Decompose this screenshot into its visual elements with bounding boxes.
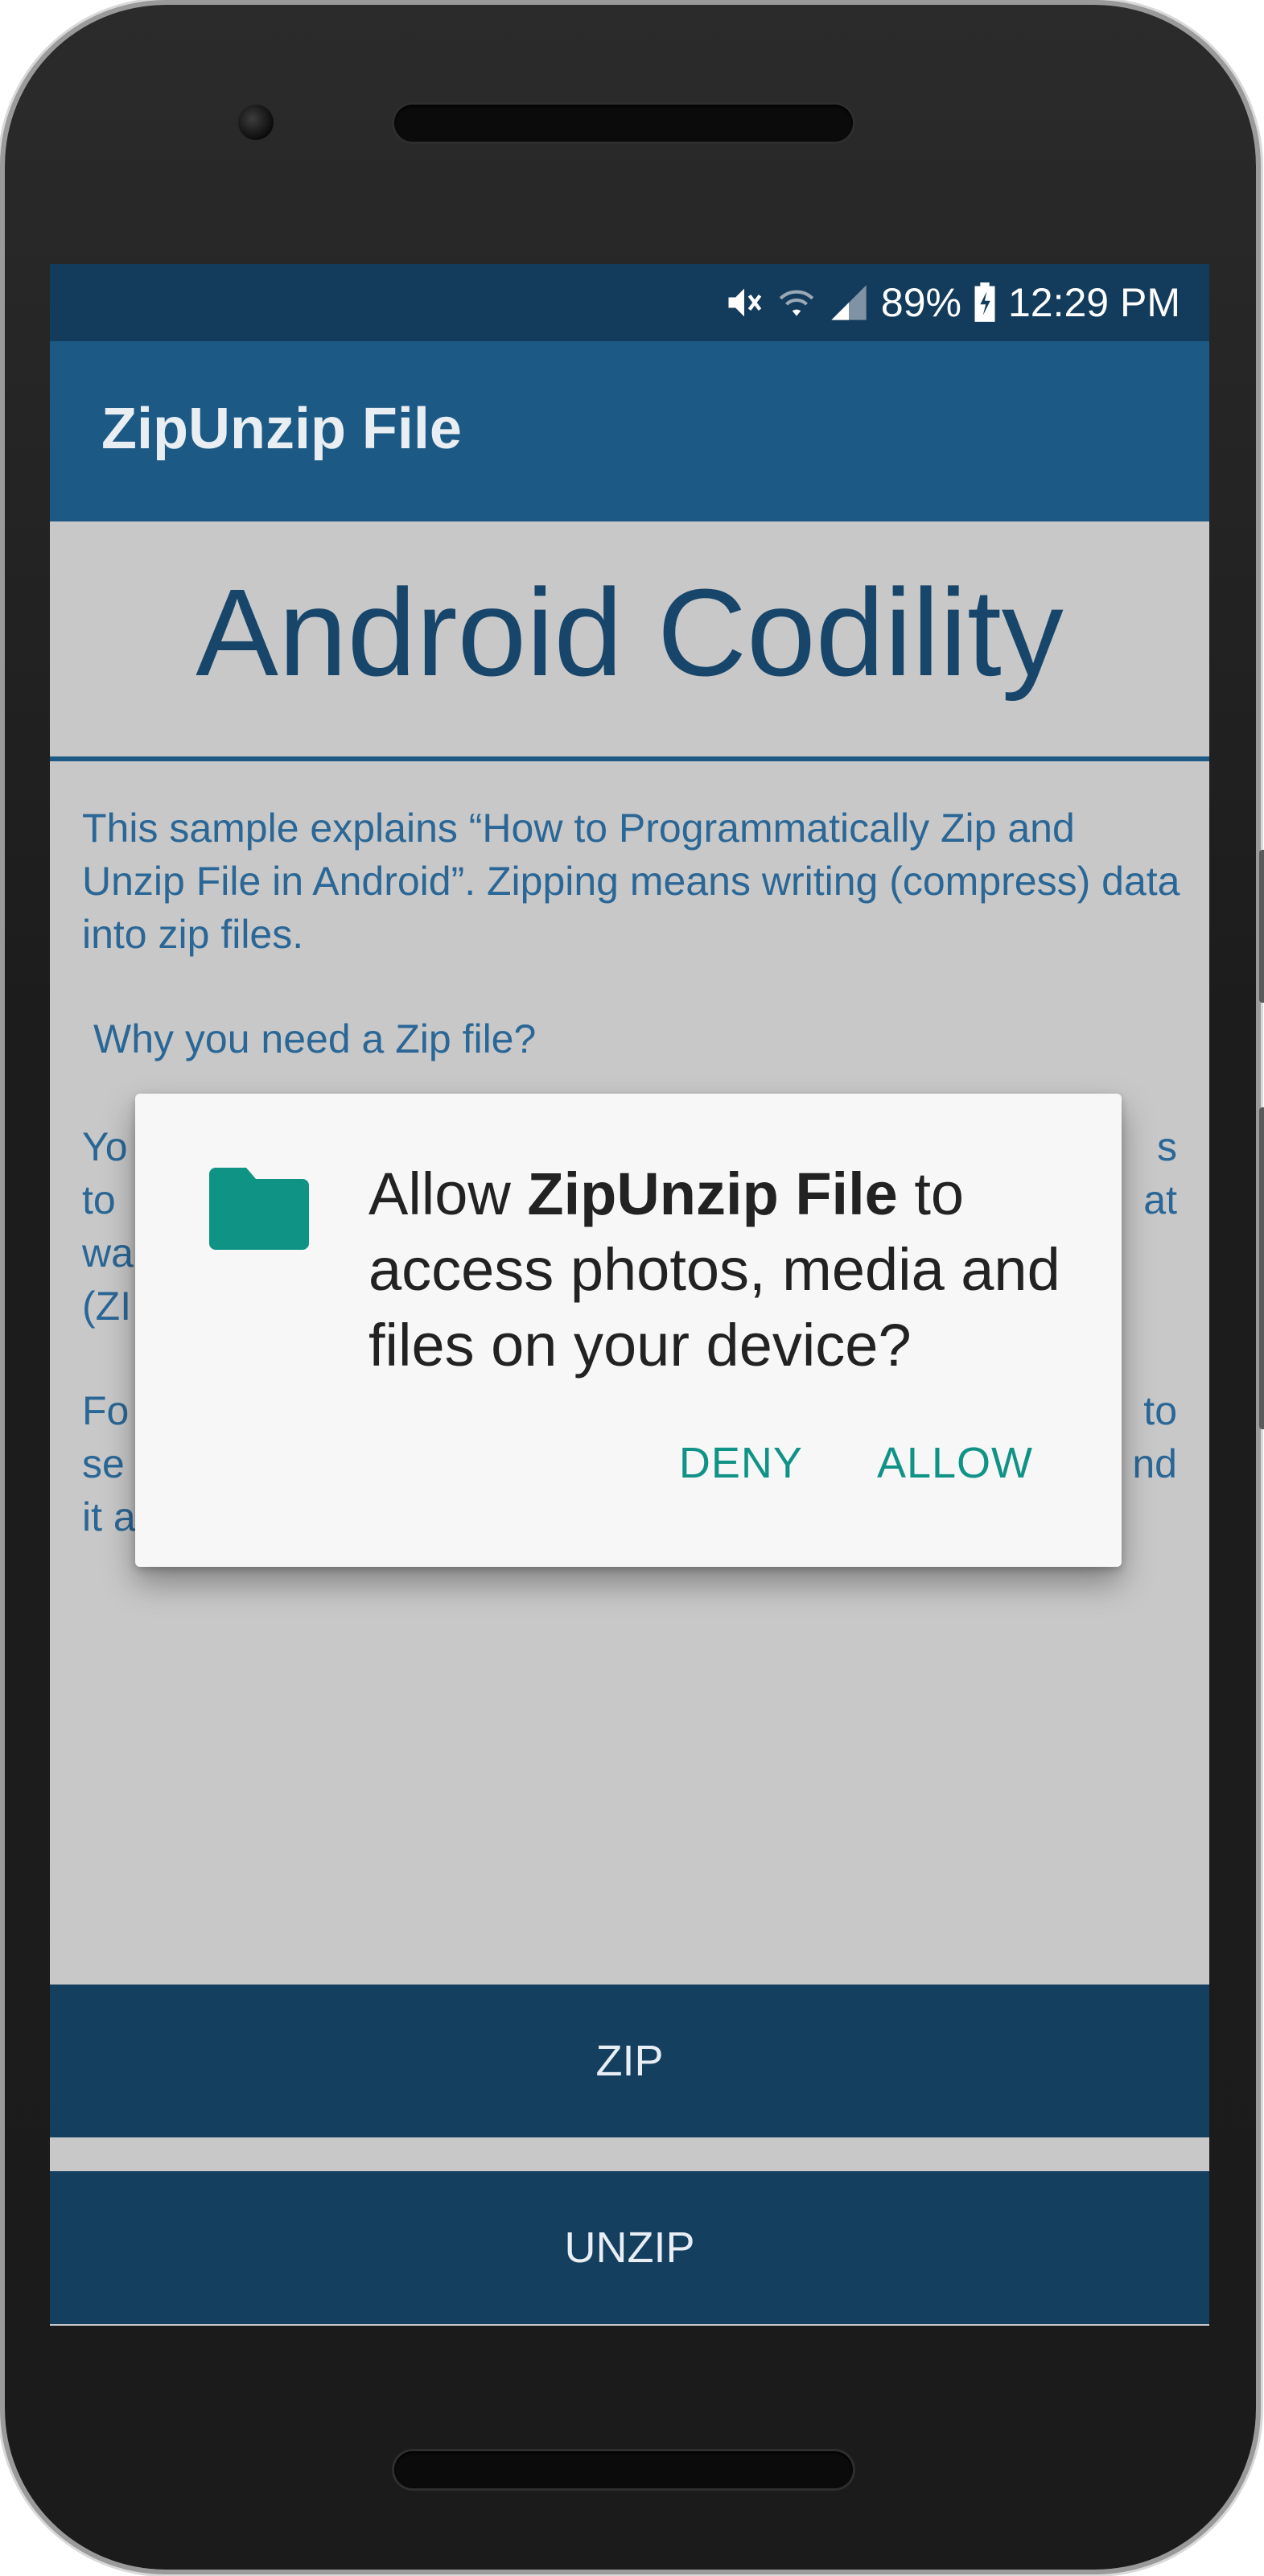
front-camera xyxy=(238,105,274,140)
dialog-message-prefix: Allow xyxy=(368,1160,528,1227)
top-speaker xyxy=(394,105,853,142)
dialog-message: Allow ZipUnzip File to access photos, me… xyxy=(368,1156,1077,1383)
permission-dialog: Allow ZipUnzip File to access photos, me… xyxy=(135,1094,1122,1567)
dialog-actions: DENY ALLOW xyxy=(679,1438,1033,1488)
bottom-speaker xyxy=(394,2451,853,2488)
volume-button xyxy=(1259,1107,1264,1429)
power-button xyxy=(1259,850,1264,1003)
allow-button[interactable]: ALLOW xyxy=(877,1438,1033,1488)
dialog-app-name: ZipUnzip File xyxy=(527,1160,898,1227)
deny-button[interactable]: DENY xyxy=(679,1438,803,1488)
folder-icon xyxy=(209,1168,309,1254)
screen: 89% 12:29 PM ZipUnzip File Android Codil… xyxy=(50,264,1209,2326)
